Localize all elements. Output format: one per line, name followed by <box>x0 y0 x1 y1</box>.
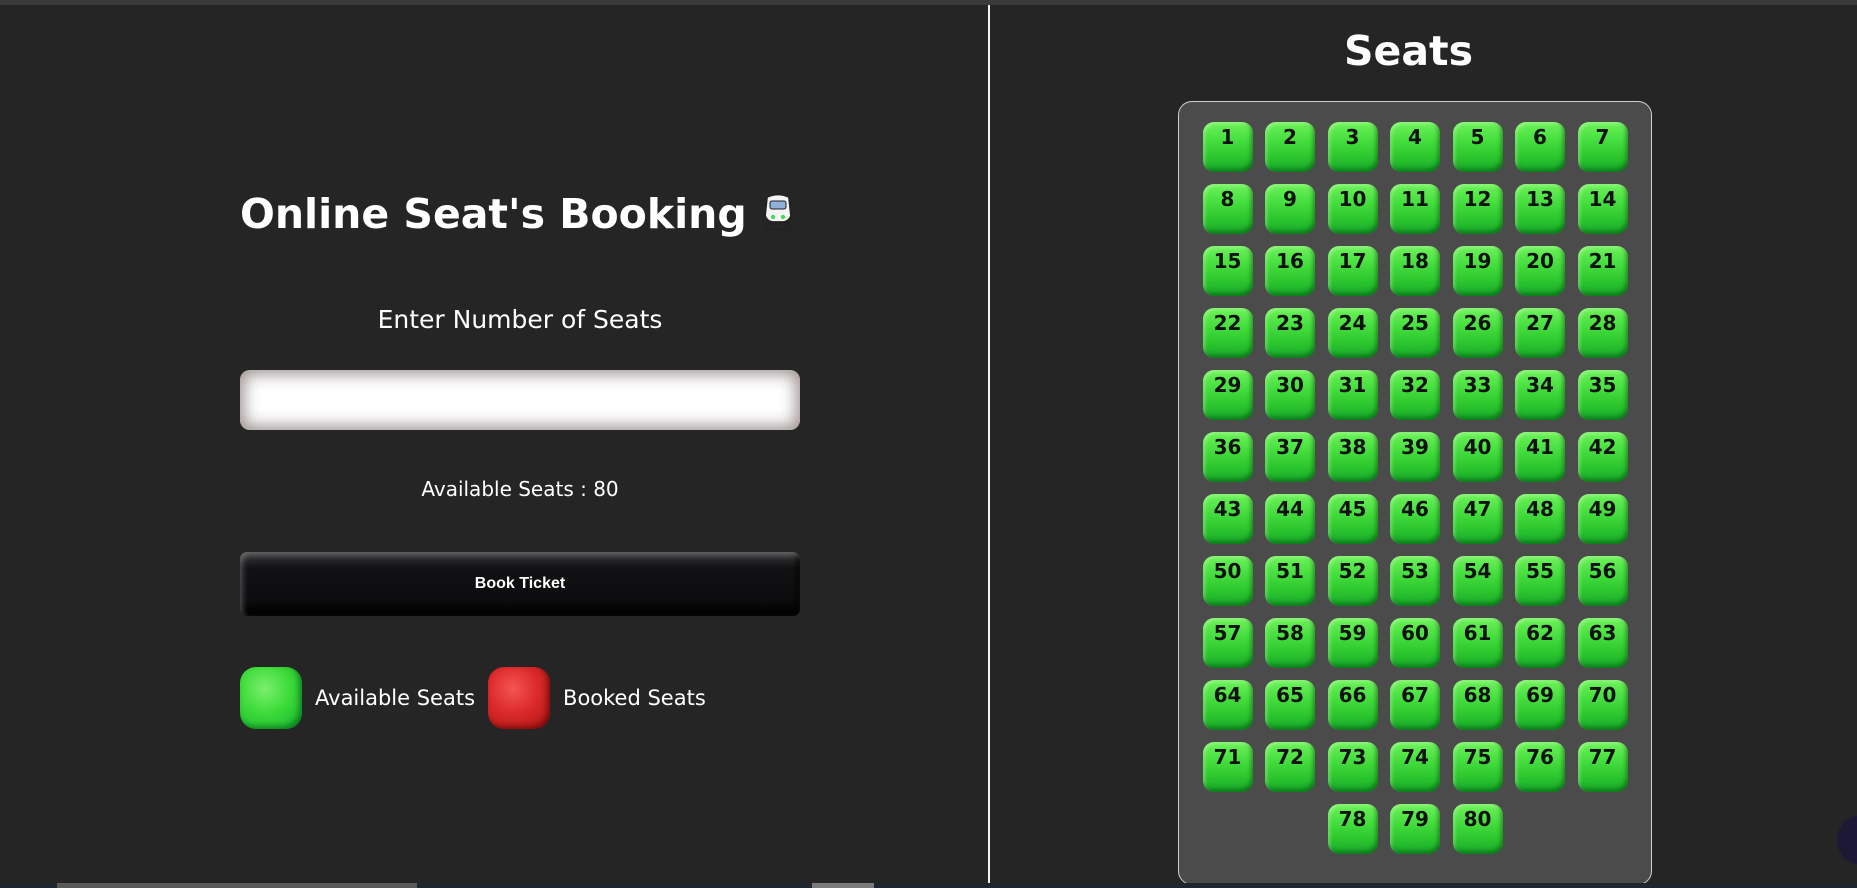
seat-73[interactable]: 73 <box>1327 742 1378 792</box>
seat-61[interactable]: 61 <box>1452 618 1503 668</box>
seat-24[interactable]: 24 <box>1327 308 1378 358</box>
seat-2[interactable]: 2 <box>1265 122 1315 172</box>
seat-panel: 1 2 3 4 5 6 7 8 9 10 11 12 13 14 15 16 17 18 19 20 21 22 23 24 2… <box>1178 101 1652 885</box>
seat-23[interactable]: 23 <box>1265 308 1315 358</box>
page-title-text: Online Seat's Booking <box>240 190 747 238</box>
seat-57[interactable]: 57 <box>1202 618 1253 668</box>
seat-30[interactable]: 30 <box>1265 370 1315 420</box>
seat-48[interactable]: 48 <box>1515 494 1565 544</box>
seat-25[interactable]: 25 <box>1390 308 1440 358</box>
seat-67[interactable]: 67 <box>1390 680 1440 730</box>
taskbar-item[interactable] <box>57 883 417 888</box>
seat-60[interactable]: 60 <box>1390 618 1440 668</box>
seat-44[interactable]: 44 <box>1265 494 1315 544</box>
seat-77[interactable]: 77 <box>1577 742 1628 792</box>
seat-40[interactable]: 40 <box>1452 432 1503 482</box>
seat-count-input[interactable] <box>240 370 800 430</box>
seat-15[interactable]: 15 <box>1202 246 1253 296</box>
seat-39[interactable]: 39 <box>1390 432 1440 482</box>
seat-27[interactable]: 27 <box>1515 308 1565 358</box>
seat-68[interactable]: 68 <box>1452 680 1503 730</box>
seat-69[interactable]: 69 <box>1515 680 1565 730</box>
seat-33[interactable]: 33 <box>1452 370 1503 420</box>
seat-41[interactable]: 41 <box>1515 432 1565 482</box>
seat-9[interactable]: 9 <box>1265 184 1315 234</box>
seat-56[interactable]: 56 <box>1577 556 1628 606</box>
seat-16[interactable]: 16 <box>1265 246 1315 296</box>
seat-64[interactable]: 64 <box>1202 680 1253 730</box>
seat-76[interactable]: 76 <box>1515 742 1565 792</box>
ticket-icon <box>759 192 797 232</box>
seat-36[interactable]: 36 <box>1202 432 1253 482</box>
seat-20[interactable]: 20 <box>1515 246 1565 296</box>
available-seats-legend-label: Available Seats <box>315 686 476 710</box>
booking-pane: Online Seat's Booking Enter Number of Se… <box>0 5 988 883</box>
seat-3[interactable]: 3 <box>1327 122 1378 172</box>
seat-45[interactable]: 45 <box>1327 494 1378 544</box>
seat-70[interactable]: 70 <box>1577 680 1628 730</box>
seat-18[interactable]: 18 <box>1390 246 1440 296</box>
seat-34[interactable]: 34 <box>1515 370 1565 420</box>
seat-6[interactable]: 6 <box>1515 122 1565 172</box>
seat-map-title: Seats <box>1343 27 1473 75</box>
seat-47[interactable]: 47 <box>1452 494 1503 544</box>
seat-12[interactable]: 12 <box>1452 184 1503 234</box>
seat-17[interactable]: 17 <box>1327 246 1378 296</box>
seat-37[interactable]: 37 <box>1265 432 1315 482</box>
available-seat-swatch <box>240 667 302 729</box>
seat-14[interactable]: 14 <box>1577 184 1628 234</box>
seat-21[interactable]: 21 <box>1577 246 1628 296</box>
seat-8[interactable]: 8 <box>1202 184 1253 234</box>
seat-46[interactable]: 46 <box>1390 494 1440 544</box>
seat-66[interactable]: 66 <box>1327 680 1378 730</box>
page-title: Online Seat's Booking <box>240 190 797 238</box>
seat-11[interactable]: 11 <box>1390 184 1440 234</box>
seat-54[interactable]: 54 <box>1452 556 1503 606</box>
seat-50[interactable]: 50 <box>1202 556 1253 606</box>
seat-75[interactable]: 75 <box>1452 742 1503 792</box>
available-seats-count: Available Seats : 80 <box>421 477 619 501</box>
seat-52[interactable]: 52 <box>1327 556 1378 606</box>
seat-26[interactable]: 26 <box>1452 308 1503 358</box>
seat-59[interactable]: 59 <box>1327 618 1378 668</box>
seat-51[interactable]: 51 <box>1265 556 1315 606</box>
seat-43[interactable]: 43 <box>1202 494 1253 544</box>
seat-10[interactable]: 10 <box>1327 184 1378 234</box>
booked-seats-legend-label: Booked Seats <box>563 686 706 710</box>
seat-72[interactable]: 72 <box>1265 742 1315 792</box>
seat-legend: Available Seats Booked Seats <box>240 666 719 730</box>
seat-32[interactable]: 32 <box>1390 370 1440 420</box>
seat-53[interactable]: 53 <box>1390 556 1440 606</box>
taskbar-item[interactable] <box>812 883 874 888</box>
seat-58[interactable]: 58 <box>1265 618 1315 668</box>
seat-map-pane: Seats 1 2 3 4 5 6 7 8 9 10 11 12 13 14 15 16 17 18 19 20 21 2… <box>990 5 1857 885</box>
seat-7[interactable]: 7 <box>1577 122 1628 172</box>
seat-1[interactable]: 1 <box>1202 122 1253 172</box>
seat-65[interactable]: 65 <box>1265 680 1315 730</box>
seat-4[interactable]: 4 <box>1390 122 1440 172</box>
seat-79[interactable]: 79 <box>1390 804 1440 854</box>
seat-63[interactable]: 63 <box>1577 618 1628 668</box>
seat-38[interactable]: 38 <box>1327 432 1378 482</box>
seat-19[interactable]: 19 <box>1452 246 1503 296</box>
seat-13[interactable]: 13 <box>1515 184 1565 234</box>
seat-29[interactable]: 29 <box>1202 370 1253 420</box>
seat-55[interactable]: 55 <box>1515 556 1565 606</box>
booked-seat-swatch <box>488 667 551 729</box>
book-ticket-button[interactable]: Book Ticket <box>240 552 800 616</box>
seat-35[interactable]: 35 <box>1577 370 1628 420</box>
seat-80[interactable]: 80 <box>1452 804 1503 854</box>
seat-62[interactable]: 62 <box>1515 618 1565 668</box>
seat-5[interactable]: 5 <box>1452 122 1503 172</box>
seat-grid: 1 2 3 4 5 6 7 8 9 10 11 12 13 14 15 16 17 18 19 20 21 22 23 24 2… <box>1195 122 1635 854</box>
seat-22[interactable]: 22 <box>1202 308 1253 358</box>
seat-78[interactable]: 78 <box>1327 804 1378 854</box>
seat-49[interactable]: 49 <box>1577 494 1628 544</box>
seat-71[interactable]: 71 <box>1202 742 1253 792</box>
seat-31[interactable]: 31 <box>1327 370 1378 420</box>
seat-count-prompt: Enter Number of Seats <box>377 305 663 334</box>
seat-28[interactable]: 28 <box>1577 308 1628 358</box>
seat-42[interactable]: 42 <box>1577 432 1628 482</box>
seat-74[interactable]: 74 <box>1390 742 1440 792</box>
